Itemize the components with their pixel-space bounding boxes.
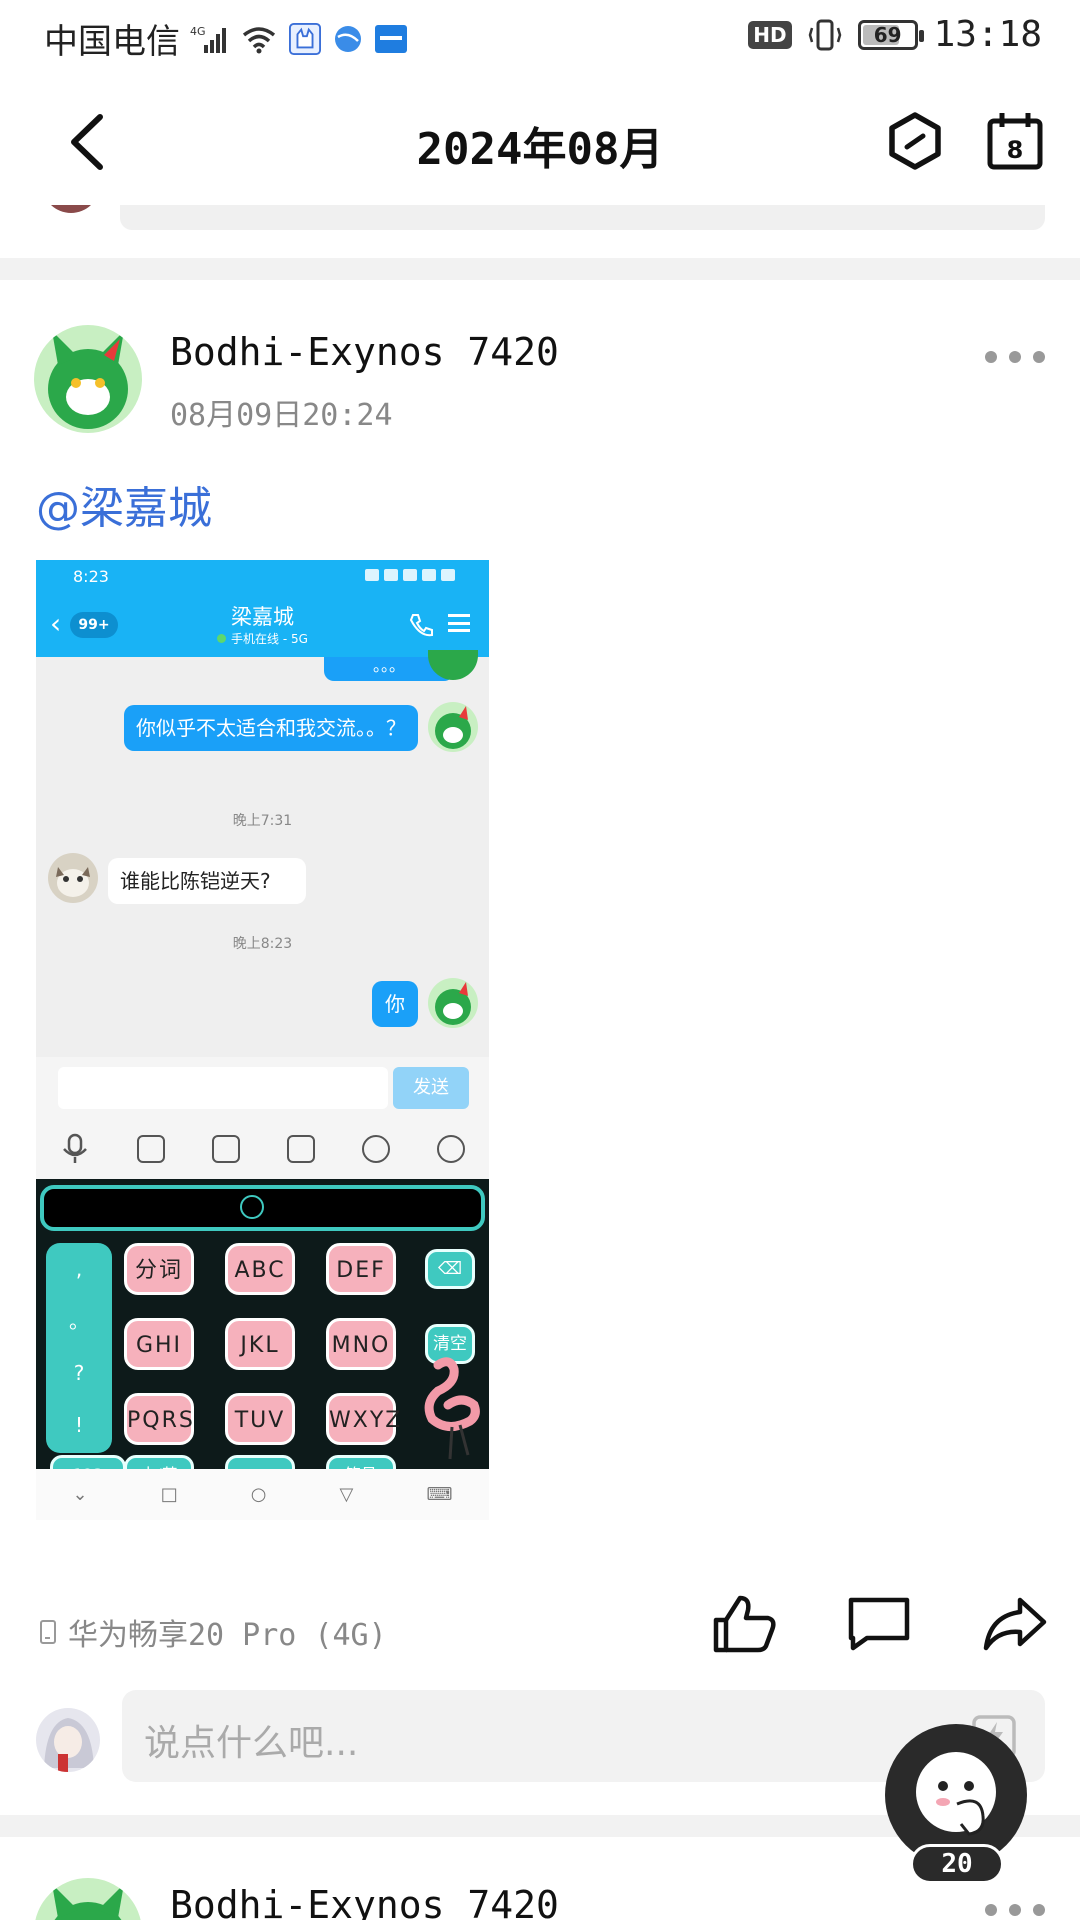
image-key: TUV bbox=[225, 1393, 295, 1445]
next-post-more-button[interactable] bbox=[985, 1895, 1045, 1920]
image-status-time: 8:23 bbox=[73, 567, 109, 586]
image-nav-recent-icon: □ bbox=[160, 1484, 178, 1505]
carrier-label: 中国电信 bbox=[44, 22, 180, 62]
device-info: 华为畅享20 Pro (4G) bbox=[40, 1610, 387, 1654]
share-button[interactable] bbox=[980, 1592, 1050, 1654]
status-bar: 中国电信 4G HD 69 13:18 bbox=[0, 0, 1080, 75]
image-plus-icon bbox=[437, 1135, 466, 1163]
image-menu-icon bbox=[448, 614, 470, 632]
filter-hexagon-button[interactable] bbox=[885, 110, 945, 172]
image-key: WXYZ bbox=[326, 1393, 400, 1445]
wifi-icon bbox=[242, 26, 276, 53]
next-post-author[interactable]: Bodhi-Exynos 7420 bbox=[170, 1883, 559, 1920]
image-nav-collapse-icon: ⌄ bbox=[72, 1484, 88, 1505]
browser-icon bbox=[335, 25, 361, 52]
battery-indicator: 69 bbox=[857, 19, 924, 50]
more-dot-icon bbox=[1009, 351, 1021, 363]
device-label: 华为畅享20 Pro (4G) bbox=[68, 1618, 387, 1653]
app-notification-icon bbox=[289, 22, 321, 55]
image-photo-icon bbox=[136, 1135, 165, 1163]
image-chat-header: ‹ 99+ 梁嘉城 手机在线 - 5G bbox=[36, 592, 489, 657]
image-key: JKL bbox=[225, 1318, 295, 1370]
previous-post-remnant bbox=[0, 205, 1080, 255]
image-message-1: 你似乎不太适合和我交流。。？ bbox=[124, 705, 418, 751]
status-time: 13:18 bbox=[933, 14, 1042, 55]
post-divider bbox=[0, 258, 1080, 280]
image-self-avatar bbox=[428, 978, 478, 1028]
more-options-button[interactable] bbox=[985, 342, 1045, 372]
more-dot-icon bbox=[985, 351, 997, 363]
phone-icon bbox=[40, 1620, 56, 1644]
image-key: ABC bbox=[225, 1243, 295, 1295]
author-avatar[interactable] bbox=[34, 325, 142, 433]
image-mic-icon bbox=[62, 1133, 87, 1163]
previous-post-avatar bbox=[42, 205, 100, 213]
image-key: 分词 bbox=[124, 1243, 194, 1295]
image-message-3: 你 bbox=[372, 981, 418, 1027]
calendar-button[interactable]: 8 bbox=[985, 110, 1045, 172]
author-name[interactable]: Bodhi-Exynos 7420 bbox=[170, 330, 559, 374]
comment-placeholder: 说点什么吧... bbox=[144, 1723, 359, 1764]
image-status-bar: 8:23 bbox=[36, 560, 489, 592]
image-chat-time-2: 晚上8:23 bbox=[232, 936, 293, 952]
image-emoji-icon bbox=[362, 1135, 391, 1163]
image-phone-icon bbox=[409, 614, 433, 637]
image-flamingo-icon bbox=[424, 1357, 480, 1460]
mascot-count-badge: 20 bbox=[910, 1844, 1004, 1884]
post-image[interactable]: 8:23 ‹ 99+ 梁嘉城 手机在线 - 5G 。。。 你似乎不太适合和我交流… bbox=[36, 560, 489, 1520]
image-key: PQRS bbox=[124, 1393, 194, 1445]
mention-link[interactable]: @梁嘉城 bbox=[36, 472, 212, 536]
current-user-avatar[interactable] bbox=[36, 1708, 100, 1772]
image-input-row: 发送 bbox=[36, 1057, 489, 1119]
image-key: DEF bbox=[326, 1243, 396, 1295]
tianyi-icon bbox=[375, 24, 407, 53]
image-nav-keyboard-icon: ⌨ bbox=[426, 1484, 453, 1505]
previous-comment-bar[interactable] bbox=[120, 205, 1045, 230]
image-keyboard-emoji-icon bbox=[240, 1195, 264, 1219]
image-camera-icon bbox=[211, 1135, 240, 1163]
image-toolbar bbox=[36, 1119, 489, 1179]
more-dot-icon bbox=[1033, 351, 1045, 363]
more-dot-icon bbox=[985, 1904, 997, 1916]
more-dot-icon bbox=[1033, 1904, 1045, 1916]
svg-text:8: 8 bbox=[1007, 136, 1024, 164]
comment-button[interactable] bbox=[845, 1592, 915, 1654]
image-keyboard-topbar bbox=[40, 1185, 485, 1231]
post-time: 08月09日20:24 bbox=[170, 398, 393, 433]
image-punct-column: , 。 ? ! bbox=[46, 1243, 112, 1453]
more-dot-icon bbox=[1009, 1904, 1021, 1916]
hd-badge: HD bbox=[748, 20, 792, 49]
image-message-2: 谁能比陈铠逆天? bbox=[108, 858, 306, 904]
image-chat-time-1: 晚上7:31 bbox=[232, 813, 293, 829]
image-self-avatar bbox=[428, 702, 478, 752]
top-app-bar: 2024年08月 8 bbox=[0, 75, 1080, 205]
image-nav-home-icon: ○ bbox=[250, 1484, 267, 1505]
image-contact-avatar bbox=[48, 853, 98, 903]
image-nav-back-icon: ▽ bbox=[339, 1484, 354, 1505]
image-nav-bar: ⌄ □ ○ ▽ ⌨ bbox=[36, 1469, 489, 1520]
svg-text:4G: 4G bbox=[190, 25, 206, 38]
image-send-button: 发送 bbox=[393, 1067, 469, 1109]
image-backspace-key: ⌫ bbox=[425, 1249, 475, 1289]
image-key: MNO bbox=[326, 1318, 396, 1370]
next-post-avatar[interactable] bbox=[34, 1878, 142, 1920]
like-button[interactable] bbox=[710, 1592, 780, 1654]
signal-icon: 4G bbox=[190, 25, 226, 53]
image-text-input bbox=[58, 1067, 388, 1109]
vibrate-icon bbox=[808, 19, 841, 50]
image-redpacket-icon bbox=[287, 1135, 316, 1163]
image-key: GHI bbox=[124, 1318, 194, 1370]
